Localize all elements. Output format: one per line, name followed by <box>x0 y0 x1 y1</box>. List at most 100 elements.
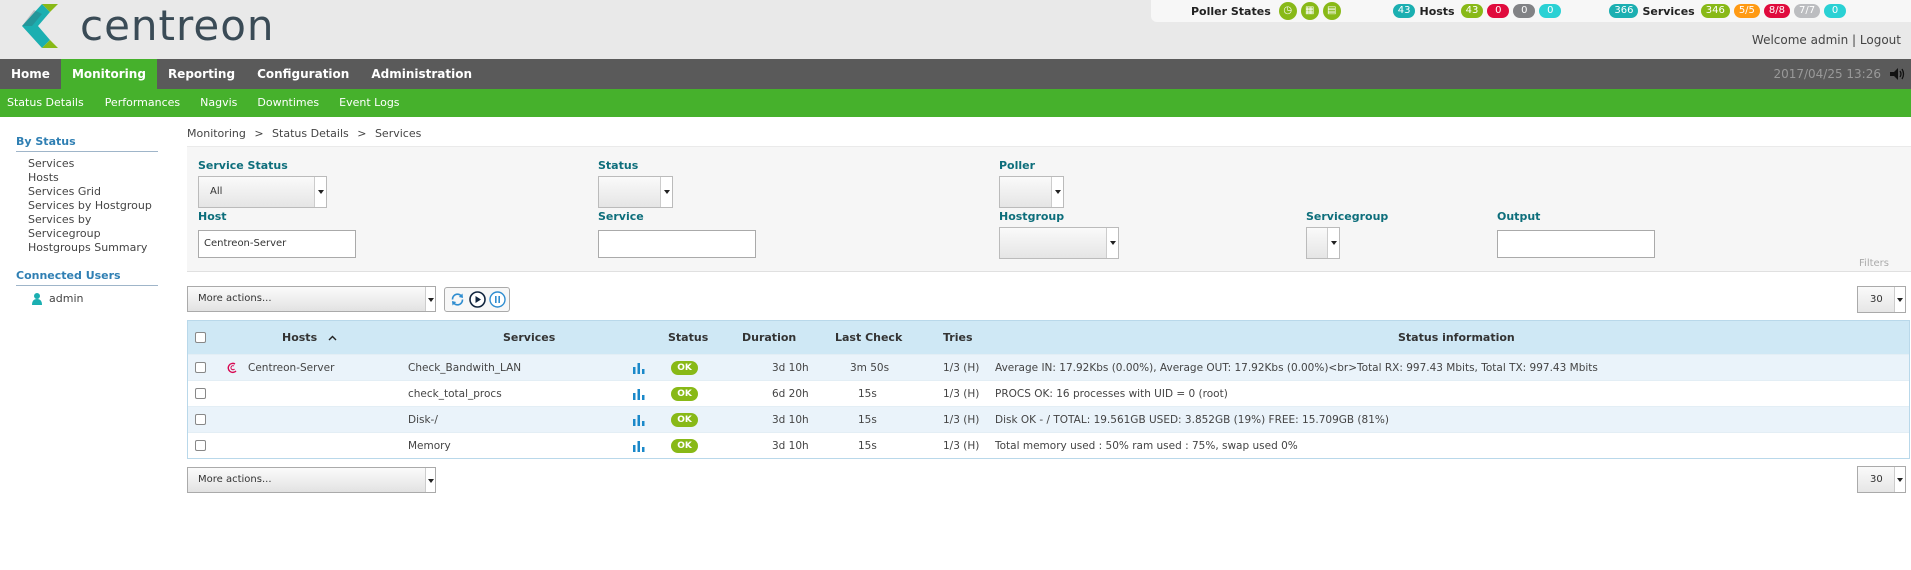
filters-title: Filters <box>1859 258 1889 269</box>
chevron-down-icon <box>1327 228 1339 258</box>
host-input[interactable]: Centreon-Server <box>198 230 356 258</box>
row-service-link[interactable]: Disk-/ <box>408 414 438 426</box>
hosts-pending-badge[interactable]: 0 <box>1539 4 1562 18</box>
services-total-badge[interactable]: 366 <box>1609 4 1639 18</box>
sidebar-item-services-by-hostgroup[interactable]: Services by Hostgroup <box>16 199 158 213</box>
play-icon[interactable] <box>468 291 486 308</box>
chart-icon[interactable] <box>633 363 645 374</box>
row-duration: 6d 20h <box>772 387 809 400</box>
poller-server-icon[interactable]: ▦ <box>1300 2 1319 20</box>
breadcrumb: Monitoring > Status Details > Services <box>187 127 421 140</box>
row-checkbox[interactable] <box>195 388 206 399</box>
hosts-total-badge[interactable]: 43 <box>1392 4 1416 18</box>
submenu-downtimes[interactable]: Downtimes <box>245 89 327 117</box>
services-unknown-badge[interactable]: 7/7 <box>1794 4 1821 18</box>
column-status[interactable]: Status <box>668 331 708 344</box>
row-service-link[interactable]: check_total_procs <box>408 388 502 400</box>
row-last-check: 15s <box>858 387 877 400</box>
row-checkbox[interactable] <box>195 414 206 425</box>
column-services[interactable]: Services <box>503 331 555 344</box>
row-host-link[interactable]: Centreon-Server <box>248 362 334 374</box>
menu-item-configuration[interactable]: Configuration <box>246 59 360 89</box>
more-actions-select-bottom[interactable]: More actions... <box>187 467 436 493</box>
status-select[interactable] <box>598 176 673 208</box>
chart-icon[interactable] <box>633 415 645 426</box>
centreon-logo-icon <box>22 4 58 48</box>
select-all-checkbox[interactable] <box>195 332 206 343</box>
services-warning-badge[interactable]: 5/5 <box>1733 4 1760 18</box>
more-actions-select-top[interactable]: More actions... <box>187 286 436 312</box>
pagination-select-top[interactable]: 30 <box>1857 286 1906 313</box>
row-duration: 3d 10h <box>772 439 809 452</box>
submenu-status-details[interactable]: Status Details <box>0 89 92 117</box>
column-status-information[interactable]: Status information <box>1398 331 1515 344</box>
poller-clock-icon[interactable]: ◷ <box>1278 2 1297 20</box>
menu-item-administration[interactable]: Administration <box>360 59 483 89</box>
poller-select[interactable] <box>999 176 1064 208</box>
table-row[interactable]: Memory OK 3d 10h 15s 1/3 (H) Total memor… <box>188 432 1909 458</box>
sub-menu: Status Details Performances Nagvis Downt… <box>0 89 1911 117</box>
pagination-select-bottom[interactable]: 30 <box>1857 466 1906 493</box>
service-input[interactable] <box>598 230 756 258</box>
row-service-link[interactable]: Check_Bandwith_LAN <box>408 362 521 374</box>
menu-item-reporting[interactable]: Reporting <box>157 59 246 89</box>
column-last-check[interactable]: Last Check <box>835 331 902 344</box>
main-menu: Home Monitoring Reporting Configuration … <box>0 59 1911 89</box>
sidebar-item-services-grid[interactable]: Services Grid <box>16 185 158 199</box>
menu-item-monitoring[interactable]: Monitoring <box>60 59 157 89</box>
servicegroup-select[interactable] <box>1306 227 1340 259</box>
chart-icon[interactable] <box>633 441 645 452</box>
refresh-icon[interactable] <box>449 291 466 308</box>
chevron-down-icon <box>1051 177 1063 207</box>
sidebar-item-services-by-servicegroup[interactable]: Services by Servicegroup <box>16 213 158 241</box>
menu-item-home[interactable]: Home <box>0 59 61 89</box>
sidebar-item-services[interactable]: Services <box>16 157 158 171</box>
chart-icon[interactable] <box>633 389 645 400</box>
row-checkbox[interactable] <box>195 440 206 451</box>
submenu-event-logs[interactable]: Event Logs <box>327 89 407 117</box>
poller-database-icon[interactable]: ▤ <box>1322 2 1341 20</box>
hosts-unreachable-badge[interactable]: 0 <box>1513 4 1536 18</box>
host-label: Host <box>198 210 227 223</box>
row-duration: 3d 10h <box>772 361 809 374</box>
sort-ascending-icon <box>328 335 337 341</box>
column-hosts-label: Hosts <box>282 331 318 344</box>
sidebar-item-hostgroups-summary[interactable]: Hostgroups Summary <box>16 241 158 255</box>
output-input[interactable] <box>1497 230 1655 258</box>
hosts-down-badge[interactable]: 0 <box>1487 4 1510 18</box>
table-row[interactable]: Disk-/ OK 3d 10h 15s 1/3 (H) Disk OK - /… <box>188 406 1909 432</box>
services-critical-badge[interactable]: 8/8 <box>1763 4 1790 18</box>
breadcrumb-separator: > <box>254 127 264 140</box>
hosts-up-badge[interactable]: 43 <box>1460 4 1484 18</box>
breadcrumb-monitoring[interactable]: Monitoring <box>187 127 246 140</box>
sidebar-connected-users-title: Connected Users <box>16 269 158 286</box>
column-tries[interactable]: Tries <box>943 331 973 344</box>
service-status-select[interactable]: All <box>198 176 327 208</box>
sound-icon[interactable] <box>1889 67 1905 81</box>
column-duration[interactable]: Duration <box>742 331 796 344</box>
chevron-down-icon <box>1894 467 1905 492</box>
connected-user[interactable]: admin <box>16 292 158 305</box>
row-checkbox[interactable] <box>195 362 206 373</box>
pagination-value: 30 <box>1870 474 1883 485</box>
centreon-logo[interactable]: centreon <box>18 2 275 50</box>
services-table: Hosts Services Status Duration Last Chec… <box>187 320 1910 459</box>
submenu-nagvis[interactable]: Nagvis <box>188 89 245 117</box>
row-status-information: PROCS OK: 16 processes with UID = 0 (roo… <box>995 387 1228 400</box>
hostgroup-select[interactable] <box>999 227 1119 259</box>
logout-link[interactable]: Logout <box>1860 33 1901 47</box>
chevron-down-icon <box>425 468 435 492</box>
row-status-information: Total memory used : 50% ram used : 75%, … <box>995 439 1298 452</box>
table-row[interactable]: Centreon-Server Check_Bandwith_LAN OK 3d… <box>188 354 1909 380</box>
breadcrumb-services[interactable]: Services <box>375 127 421 140</box>
breadcrumb-status-details[interactable]: Status Details <box>272 127 349 140</box>
pause-icon[interactable] <box>488 291 506 308</box>
services-pending-badge[interactable]: 0 <box>1824 4 1847 18</box>
submenu-performances[interactable]: Performances <box>92 89 188 117</box>
sidebar-item-hosts[interactable]: Hosts <box>16 171 158 185</box>
services-ok-badge[interactable]: 346 <box>1700 4 1730 18</box>
table-row[interactable]: check_total_procs OK 6d 20h 15s 1/3 (H) … <box>188 380 1909 406</box>
row-service-link[interactable]: Memory <box>408 440 451 452</box>
servicegroup-label: Servicegroup <box>1306 210 1389 223</box>
column-hosts[interactable]: Hosts <box>282 331 337 344</box>
